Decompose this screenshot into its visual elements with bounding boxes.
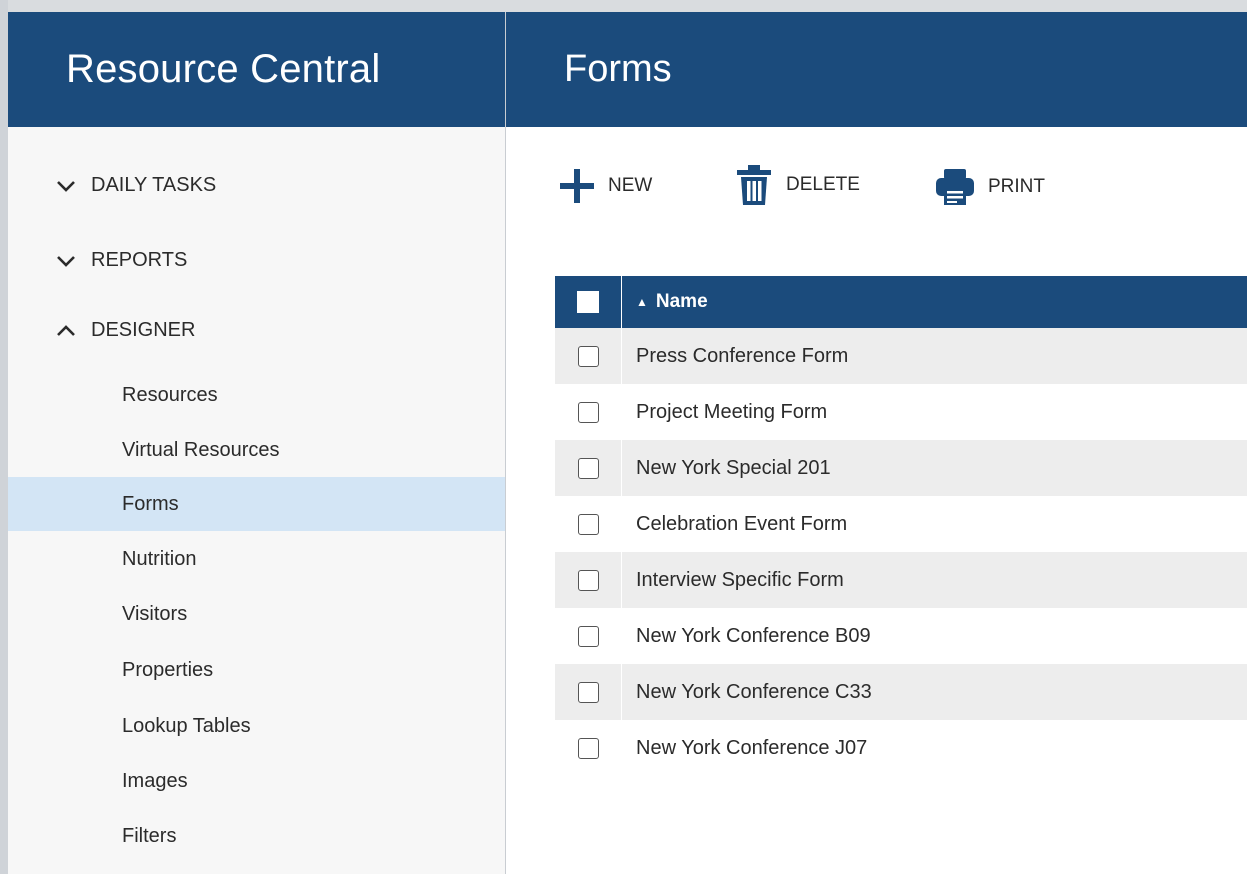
name-column-header[interactable]: ▲ Name (622, 291, 708, 313)
table-row[interactable]: Press Conference Form (555, 328, 1247, 384)
row-check-cell (555, 552, 622, 608)
app-title: Resource Central (66, 47, 381, 91)
sidebar: Resource Central DAILY TASKS REPORTS DES… (8, 12, 506, 874)
row-checkbox[interactable] (577, 625, 599, 647)
sidebar-item-label: Images (122, 769, 188, 792)
row-check-cell (555, 608, 622, 664)
sidebar-item-resources[interactable]: Resources (8, 368, 505, 422)
sidebar-item-lookup-tables[interactable]: Lookup Tables (8, 699, 505, 753)
chevron-up-icon (57, 324, 75, 336)
sidebar-item-label: Nutrition (122, 547, 197, 570)
sidebar-item-label: Filters (122, 824, 177, 847)
row-checkbox[interactable] (577, 737, 599, 759)
page-title: Forms (564, 48, 672, 90)
table-row[interactable]: New York Conference J07 (555, 720, 1247, 776)
chevron-down-icon (57, 255, 75, 267)
row-check-cell (555, 496, 622, 552)
sidebar-item-filters[interactable]: Filters (8, 809, 505, 863)
chevron-down-icon (57, 180, 75, 192)
row-check-cell (555, 664, 622, 720)
delete-button[interactable]: DELETE (734, 164, 860, 206)
main-content: Forms NEW DELETE PRINT ▲ Name Press Conf… (506, 12, 1247, 874)
row-name: Project Meeting Form (636, 400, 828, 423)
select-all-checkbox[interactable] (577, 291, 599, 313)
trash-icon (737, 165, 771, 205)
row-checkbox[interactable] (577, 681, 599, 703)
row-check-cell (555, 328, 622, 384)
row-name: Press Conference Form (636, 344, 849, 367)
row-checkbox[interactable] (577, 401, 599, 423)
forms-grid: ▲ Name Press Conference Form Project Mee… (555, 276, 1247, 776)
select-all-cell (555, 276, 622, 328)
nav-section-reports[interactable]: REPORTS (8, 249, 187, 272)
nav-section-label: DAILY TASKS (91, 174, 217, 196)
print-button[interactable]: PRINT (934, 167, 1045, 207)
row-name: Interview Specific Form (636, 568, 844, 591)
sidebar-item-visitors[interactable]: Visitors (8, 587, 505, 641)
new-button[interactable]: NEW (558, 167, 652, 205)
nav-section-daily-tasks[interactable]: DAILY TASKS (8, 174, 216, 197)
print-button-label: PRINT (988, 176, 1045, 197)
table-row[interactable]: New York Conference C33 (555, 664, 1247, 720)
nav-section-designer[interactable]: DESIGNER (8, 319, 195, 342)
row-checkbox[interactable] (577, 457, 599, 479)
row-checkbox[interactable] (577, 569, 599, 591)
row-name: New York Conference J07 (636, 736, 868, 759)
sidebar-item-virtual-resources[interactable]: Virtual Resources (8, 423, 505, 477)
row-name: New York Conference C33 (636, 680, 872, 703)
plus-icon (560, 169, 594, 203)
grid-header: ▲ Name (555, 276, 1247, 328)
sidebar-item-properties[interactable]: Properties (8, 643, 505, 697)
sort-ascending-icon: ▲ (636, 295, 648, 309)
row-check-cell (555, 440, 622, 496)
sidebar-header: Resource Central (8, 12, 505, 127)
sidebar-item-images[interactable]: Images (8, 754, 505, 808)
name-column-label: Name (655, 291, 708, 312)
new-button-label: NEW (608, 175, 653, 196)
table-row[interactable]: Project Meeting Form (555, 384, 1247, 440)
sidebar-item-label: Visitors (122, 602, 188, 625)
nav-section-label: REPORTS (91, 249, 188, 271)
row-name: Celebration Event Form (636, 512, 848, 535)
table-row[interactable]: Celebration Event Form (555, 496, 1247, 552)
row-checkbox[interactable] (577, 345, 599, 367)
sidebar-item-label: Virtual Resources (122, 438, 280, 461)
sidebar-item-label: Resources (122, 383, 218, 406)
delete-button-label: DELETE (786, 174, 860, 195)
row-name: New York Conference B09 (636, 624, 871, 647)
row-checkbox[interactable] (577, 513, 599, 535)
window-frame-left (0, 0, 8, 874)
sidebar-item-label: Properties (122, 658, 214, 681)
sidebar-item-label: Lookup Tables (122, 714, 251, 737)
row-name: New York Special 201 (636, 456, 831, 479)
sidebar-item-nutrition[interactable]: Nutrition (8, 532, 505, 586)
table-row[interactable]: New York Conference B09 (555, 608, 1247, 664)
table-row[interactable]: New York Special 201 (555, 440, 1247, 496)
sidebar-item-forms[interactable]: Forms (8, 477, 505, 531)
nav-section-label: DESIGNER (91, 319, 196, 341)
row-check-cell (555, 384, 622, 440)
table-row[interactable]: Interview Specific Form (555, 552, 1247, 608)
main-header: Forms (506, 12, 1247, 127)
row-check-cell (555, 720, 622, 776)
printer-icon (936, 169, 974, 205)
window-frame-top (0, 0, 1247, 12)
sidebar-item-label: Forms (122, 492, 179, 515)
